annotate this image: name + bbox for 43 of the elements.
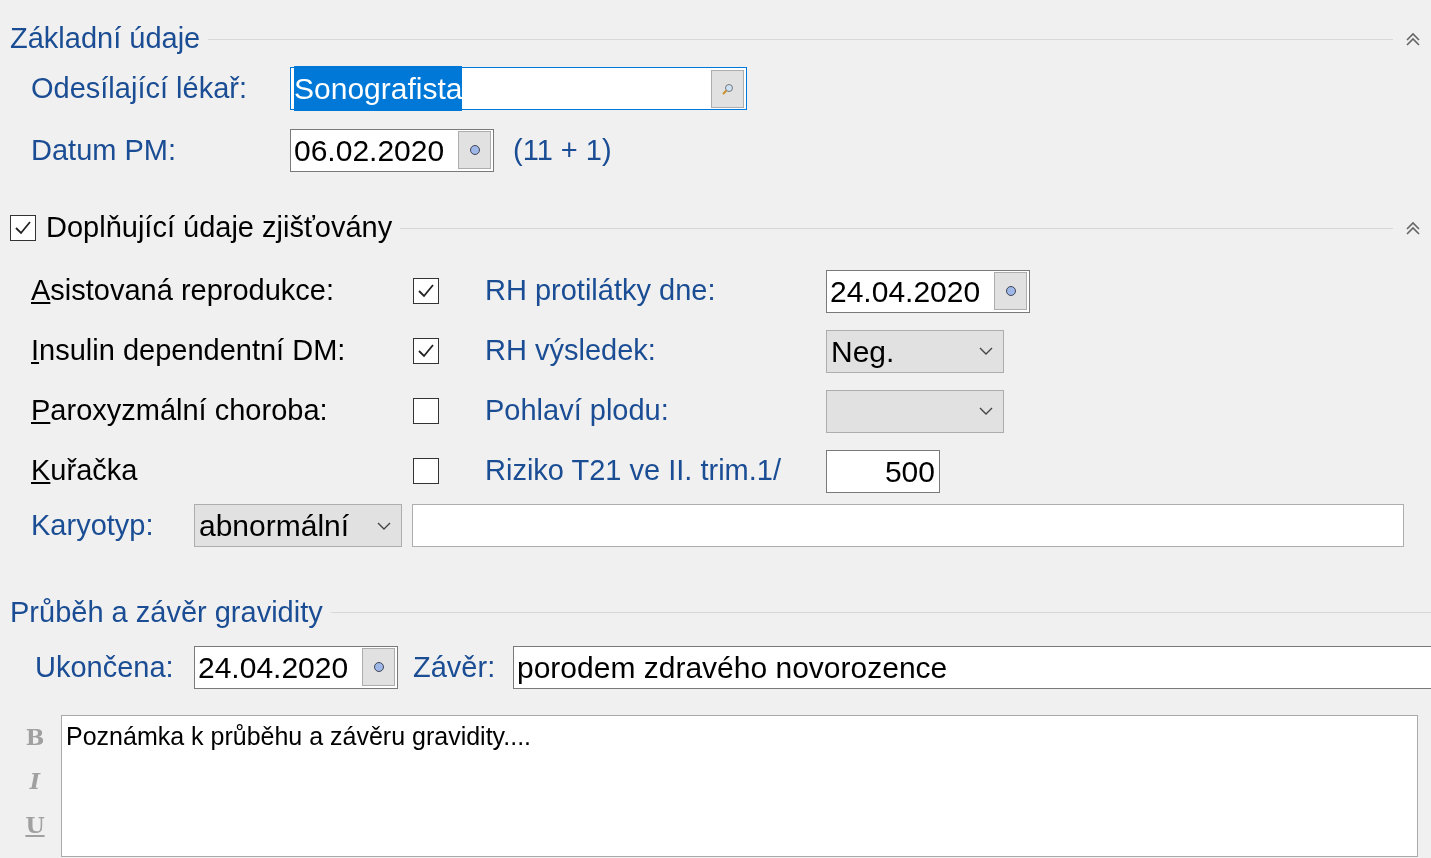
field-label: Kuřačka: [31, 453, 139, 489]
field-label: Karyotyp:: [31, 508, 155, 543]
checkbox[interactable]: [413, 398, 439, 424]
input-field[interactable]: 500: [826, 449, 940, 493]
field-label: Pohlaví plodu:: [485, 393, 670, 429]
field-label: RH výsledek:: [485, 333, 657, 369]
date-field[interactable]: 24.04.2020: [826, 269, 1030, 313]
caret-icon: [979, 346, 993, 356]
checkbox[interactable]: [413, 278, 439, 304]
checkbox[interactable]: [413, 338, 439, 364]
section-title: Průběh a závěr gravidity: [10, 594, 323, 630]
field-label: Asistovaná reprodukce:: [31, 273, 336, 309]
search-icon: [721, 82, 734, 95]
field-label: RH protilátky dne:: [485, 273, 717, 309]
clock-icon: [468, 144, 481, 157]
date-field[interactable]: 24.04.2020: [194, 645, 398, 689]
section-title: Základní údaje: [10, 21, 201, 57]
input-field[interactable]: porodem zdravého novorozence: [513, 645, 1431, 689]
field-label: Paroxyzmální choroba:: [31, 393, 329, 429]
clock-icon: [372, 661, 385, 674]
field-label: Ukončena:: [35, 649, 175, 685]
input-field[interactable]: [412, 504, 1404, 548]
note-field[interactable]: Poznámka k průběhu a závěru gravidity....: [61, 715, 1418, 857]
section-title: Doplňující údaje zjišťovány: [46, 210, 393, 246]
checkbox[interactable]: [413, 458, 439, 484]
field-label: Datum PM:: [31, 132, 178, 168]
collapse-icon[interactable]: [1405, 32, 1421, 46]
dropdown[interactable]: abnormální: [194, 504, 402, 548]
date-field[interactable]: 06.02.2020: [290, 128, 494, 172]
date-picker-button[interactable]: [362, 648, 395, 687]
field-label: Riziko T21 ve II. trim.1/: [485, 453, 782, 489]
field-label: Závěr:: [413, 649, 497, 685]
caret-icon: [377, 520, 391, 531]
caret-icon: [979, 406, 993, 416]
clock-icon: [1004, 285, 1017, 297]
field-label: Insulin dependentní DM:: [31, 333, 347, 369]
dropdown[interactable]: Neg.: [826, 329, 1004, 373]
gestation-text: (11 + 1): [513, 132, 612, 168]
checkbox[interactable]: [10, 215, 36, 241]
field-label: Odesílající lékař:: [31, 71, 248, 106]
collapse-icon[interactable]: [1405, 221, 1421, 235]
input-field[interactable]: Sonografista: [290, 67, 747, 111]
date-picker-button[interactable]: [458, 131, 491, 170]
